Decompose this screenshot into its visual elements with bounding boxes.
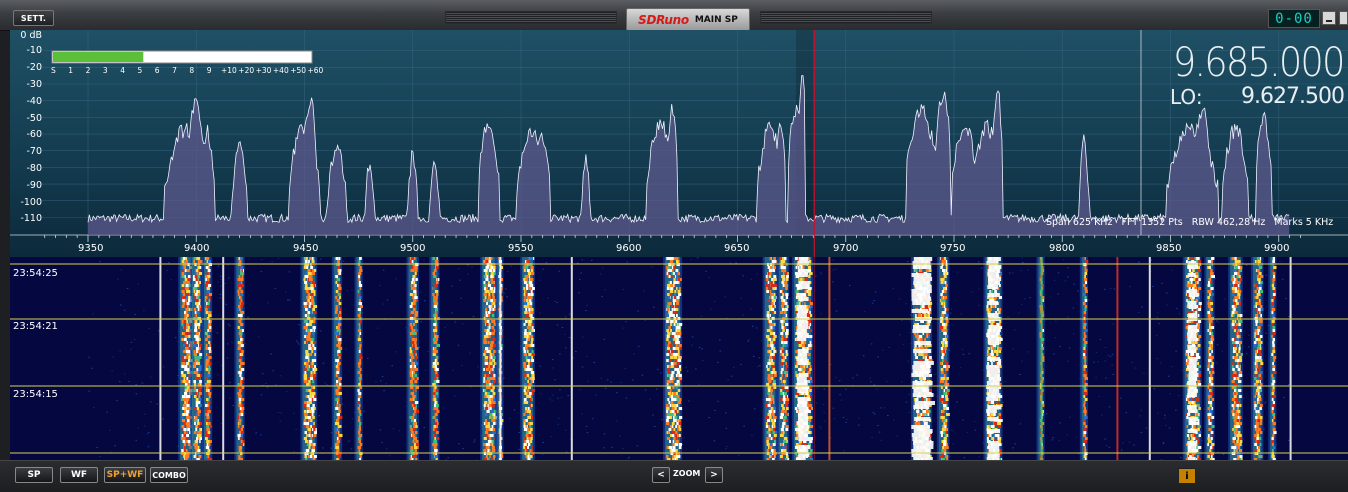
db-label: -50 <box>26 113 42 124</box>
smeter-scale-label: +60 <box>307 66 324 75</box>
freq-label: 9350 <box>78 243 104 254</box>
smeter-scale-label: 1 <box>68 66 74 75</box>
freq-label: 9600 <box>616 243 642 254</box>
minimize-icon[interactable] <box>1322 11 1336 25</box>
lo-frequency-readout[interactable]: 9.627.500 <box>1241 84 1345 109</box>
freq-label: 9900 <box>1264 243 1290 254</box>
sdruno-logo: SDRuno <box>638 12 689 27</box>
spectrum-fill <box>88 75 1290 235</box>
db-label: -60 <box>26 129 42 140</box>
smeter-level-bar <box>53 52 144 62</box>
smeter-scale-label: 3 <box>102 66 108 75</box>
freq-label: 9700 <box>833 243 859 254</box>
db-label: -110 <box>20 213 42 224</box>
freq-label: 9850 <box>1156 243 1182 254</box>
db-label: -80 <box>26 163 42 174</box>
db-label: -90 <box>26 180 42 191</box>
spectrum-display[interactable]: 0 dB -10 -20 -30 -40 -50 -60 -70 -80 -90… <box>10 30 1348 257</box>
db-label: -10 <box>26 45 42 56</box>
smeter-scale-label: 9 <box>206 66 212 75</box>
right-drag-grip[interactable] <box>760 11 932 24</box>
db-label: -100 <box>20 197 42 208</box>
db-label: -70 <box>26 146 42 157</box>
vfo-frequency-readout[interactable]: 9.685.000 <box>1173 40 1346 86</box>
waterfall-plot[interactable] <box>10 257 1348 460</box>
zoom-label: ZOOM <box>673 469 701 478</box>
smeter-scale-label: 8 <box>189 66 195 75</box>
freq-label: 9800 <box>1049 243 1075 254</box>
span-info: Span 625 KHz <box>1046 217 1113 228</box>
freq-label: 9750 <box>940 243 966 254</box>
smeter-scale-label: 4 <box>120 66 125 75</box>
smeter-scale-label: 2 <box>85 66 91 75</box>
lo-label: LO: <box>1170 85 1203 109</box>
rbw-info: RBW 462,28 Hz <box>1191 217 1266 228</box>
bottom-toolbar: SP WF SP+WF COMBO < ZOOM > i <box>0 460 1348 492</box>
sdruno-main-sp-window: SETT. SDRuno MAIN SP 0-00 0 dB -10 -20 -… <box>0 0 1348 492</box>
sp-wf-mode-button[interactable]: SP+WF <box>104 467 146 483</box>
freq-label: 9500 <box>400 243 426 254</box>
marks-info: Marks 5 KHz <box>1274 217 1334 228</box>
db-label: -30 <box>26 79 42 90</box>
window-title: MAIN SP <box>694 14 738 25</box>
mini-display[interactable]: 0-00 <box>1268 9 1320 28</box>
window-title-tab[interactable]: SDRuno MAIN SP <box>626 8 750 31</box>
spectrum-trace <box>87 75 1290 224</box>
settings-button[interactable]: SETT. <box>13 10 54 26</box>
zoom-in-button[interactable]: > <box>705 467 723 483</box>
freq-label: 9400 <box>184 243 210 254</box>
close-icon[interactable] <box>1339 11 1348 25</box>
sp-mode-button[interactable]: SP <box>15 467 53 483</box>
waterfall-timestamp: 23:54:21 <box>13 321 58 332</box>
freq-label: 9450 <box>293 243 319 254</box>
smeter-scale-label: 6 <box>154 66 160 75</box>
waterfall-timestamp: 23:54:25 <box>13 268 58 279</box>
smeter-scale-label: 7 <box>172 66 177 75</box>
smeter-scale-label: +50 <box>290 66 307 75</box>
spectrum-info: Span 625 KHz FFT 1352 Pts RBW 462,28 Hz … <box>1046 217 1333 228</box>
info-icon[interactable]: i <box>1178 468 1196 484</box>
smeter-scale-label: +20 <box>238 66 255 75</box>
db-label: 0 dB <box>20 30 42 41</box>
left-drag-grip[interactable] <box>445 11 617 24</box>
db-label: -40 <box>26 96 42 107</box>
freq-label: 9550 <box>508 243 534 254</box>
smeter-scale-label: S <box>51 66 56 75</box>
smeter <box>51 50 313 64</box>
smeter-scale-label: +10 <box>221 66 237 75</box>
wf-mode-button[interactable]: WF <box>60 467 98 483</box>
waterfall-display[interactable]: 23:54:25 23:54:21 23:54:15 <box>10 257 1348 460</box>
smeter-scale-label: 5 <box>137 66 143 75</box>
smeter-scale-label: +30 <box>255 66 272 75</box>
fft-info: FFT 1352 Pts <box>1121 217 1183 228</box>
combo-mode-button[interactable]: COMBO <box>150 467 188 483</box>
zoom-out-button[interactable]: < <box>652 467 670 483</box>
db-label: -20 <box>26 62 42 73</box>
smeter-scale-label: +40 <box>272 66 289 75</box>
waterfall-timestamp: 23:54:15 <box>13 389 58 400</box>
freq-label: 9650 <box>724 243 750 254</box>
title-bar[interactable]: SETT. SDRuno MAIN SP 0-00 <box>0 0 1348 31</box>
